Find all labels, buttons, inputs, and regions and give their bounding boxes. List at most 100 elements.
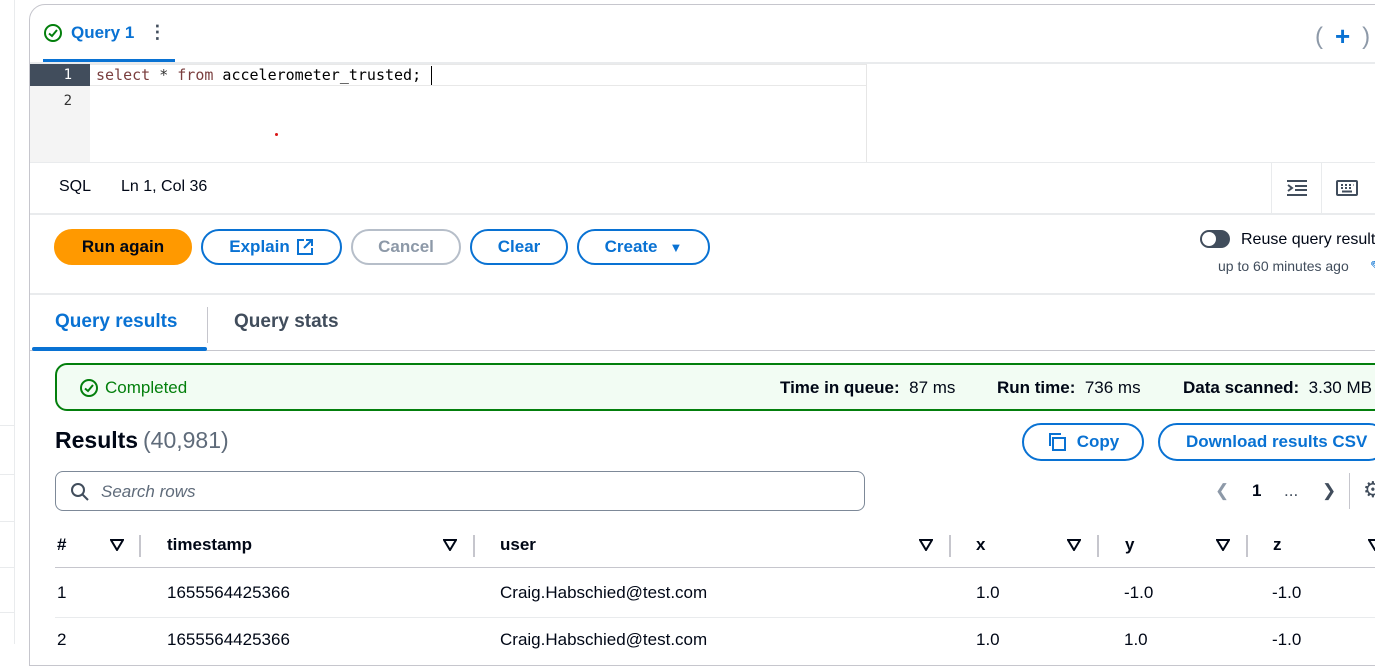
explain-button[interactable]: Explain — [201, 229, 342, 265]
cell-x: 1.0 — [976, 630, 1000, 649]
chevron-left-icon[interactable]: ❮ — [1215, 481, 1229, 501]
cell-z: -1.0 — [1272, 630, 1302, 649]
data-scanned: Data scanned: 3.30 MB — [1183, 378, 1372, 398]
tab-query-1[interactable]: Query 1 ⋮ — [43, 21, 176, 62]
column-header-y[interactable]: y — [1125, 535, 1134, 555]
results-title: Results — [55, 427, 139, 453]
column-resizer[interactable] — [949, 535, 951, 557]
settings-gear-icon[interactable]: ⚙ — [1363, 477, 1375, 503]
cell-y: -1.0 — [1124, 583, 1154, 602]
check-circle-icon — [80, 379, 98, 397]
query-editor-panel: Query 1 ⋮ ( + ) ▼ 1 2 select * from acce… — [29, 4, 1375, 666]
metric-label: Time in queue: — [780, 378, 900, 397]
sort-icon[interactable] — [442, 538, 458, 556]
tab-query-results[interactable]: Query results — [55, 311, 178, 333]
metric-value: 3.30 MB — [1308, 378, 1372, 397]
query-status-banner: Completed Time in queue: 87 ms Run time:… — [55, 363, 1375, 411]
create-button[interactable]: Create ▼ — [577, 229, 710, 265]
tabs-baseline — [30, 350, 1375, 351]
language-label: SQL — [59, 178, 92, 195]
cancel-button[interactable]: Cancel — [351, 229, 461, 265]
metric-value: 736 ms — [1084, 378, 1141, 397]
cell-user: Craig.Habschied@test.com — [500, 583, 708, 602]
column-header-user[interactable]: user — [500, 535, 536, 555]
reuse-results-age: up to 60 minutes ago — [1218, 258, 1349, 274]
toggle-knob — [1202, 232, 1216, 246]
text-cursor — [431, 66, 432, 85]
download-csv-button[interactable]: Download results CSV — [1158, 423, 1375, 461]
more-vertical-icon[interactable]: ⋮ — [148, 21, 166, 43]
cell-x: 1.0 — [976, 583, 1000, 602]
rail-divider — [0, 425, 14, 426]
search-rows-input[interactable]: Search rows — [55, 471, 865, 511]
run-time: Run time: 736 ms — [997, 378, 1141, 398]
format-query-button[interactable] — [1271, 163, 1321, 213]
cell-timestamp: 1655564425366 — [167, 630, 290, 649]
column-header-timestamp[interactable]: timestamp — [167, 535, 252, 555]
search-placeholder: Search rows — [101, 482, 196, 501]
cell-index: 2 — [57, 630, 67, 649]
sql-editor[interactable]: 1 2 select * from accelerometer_trusted; — [30, 64, 1375, 162]
line-number: 2 — [63, 93, 72, 109]
chevron-right-icon[interactable]: ❯ — [1322, 481, 1336, 501]
bracket-right: ) — [1362, 22, 1371, 50]
plus-icon[interactable]: + — [1335, 21, 1350, 52]
cell-timestamp: 1655564425366 — [167, 583, 290, 602]
time-in-queue: Time in queue: 87 ms — [780, 378, 955, 398]
cell-z: -1.0 — [1272, 583, 1302, 602]
column-resizer[interactable] — [473, 535, 475, 557]
keyboard-icon — [1335, 180, 1358, 196]
column-resizer[interactable] — [1246, 535, 1248, 557]
metric-value: 87 ms — [909, 378, 956, 397]
reuse-results-label: Reuse query results — [1241, 231, 1375, 248]
sort-icon[interactable] — [1066, 538, 1082, 556]
copy-label: Copy — [1076, 432, 1120, 451]
section-divider — [30, 293, 1375, 295]
keyboard-shortcuts-button[interactable] — [1321, 163, 1371, 213]
keyword: from — [177, 66, 214, 84]
marker-dot — [275, 133, 278, 136]
rail-edge — [14, 0, 15, 644]
rail-divider — [0, 567, 14, 568]
sort-icon[interactable] — [1215, 538, 1231, 556]
tab-separator — [207, 307, 208, 343]
clear-button[interactable]: Clear — [470, 229, 568, 265]
indent-icon — [1286, 180, 1307, 196]
line-number: 1 — [30, 64, 90, 86]
column-resizer[interactable] — [139, 535, 141, 557]
rail-divider — [0, 521, 14, 522]
left-navigation-rail — [0, 0, 16, 644]
sort-icon[interactable] — [1367, 538, 1375, 556]
editor-status-bar: SQL Ln 1, Col 36 — [30, 162, 1375, 215]
results-count: (40,981) — [143, 427, 229, 453]
run-again-button[interactable]: Run again — [54, 229, 192, 265]
create-label: Create — [604, 237, 658, 256]
tab-title: Query 1 — [71, 23, 135, 42]
column-header-z[interactable]: z — [1273, 535, 1282, 555]
column-resizer[interactable] — [1097, 535, 1099, 557]
column-header-x[interactable]: x — [976, 535, 985, 555]
editor-gutter: 1 2 — [30, 64, 90, 162]
metric-label: Run time: — [997, 378, 1076, 397]
copy-icon — [1048, 433, 1066, 451]
table-header-divider — [55, 567, 1375, 568]
editor-tab-bar: Query 1 ⋮ ( + ) ▼ — [30, 5, 1375, 64]
edit-icon[interactable]: ✎ — [1370, 258, 1375, 275]
sort-icon[interactable] — [918, 538, 934, 556]
print-margin — [866, 64, 867, 162]
keyword: select — [96, 66, 151, 84]
cell-user: Craig.Habschied@test.com — [500, 630, 708, 649]
cursor-position: Ln 1, Col 36 — [121, 178, 208, 195]
reuse-results-toggle[interactable] — [1200, 230, 1230, 248]
page-ellipsis: ... — [1284, 481, 1299, 500]
cell-y: 1.0 — [1124, 630, 1148, 649]
code-text: accelerometer_trusted; — [213, 66, 422, 84]
row-divider — [55, 617, 1375, 618]
sort-icon[interactable] — [109, 538, 125, 556]
operator: * — [150, 66, 178, 84]
tab-query-stats[interactable]: Query stats — [234, 311, 339, 333]
bracket-left: ( — [1314, 22, 1323, 50]
copy-button[interactable]: Copy — [1022, 423, 1144, 461]
code-line-1[interactable]: select * from accelerometer_trusted; — [96, 64, 421, 86]
page-number[interactable]: 1 — [1252, 481, 1261, 501]
